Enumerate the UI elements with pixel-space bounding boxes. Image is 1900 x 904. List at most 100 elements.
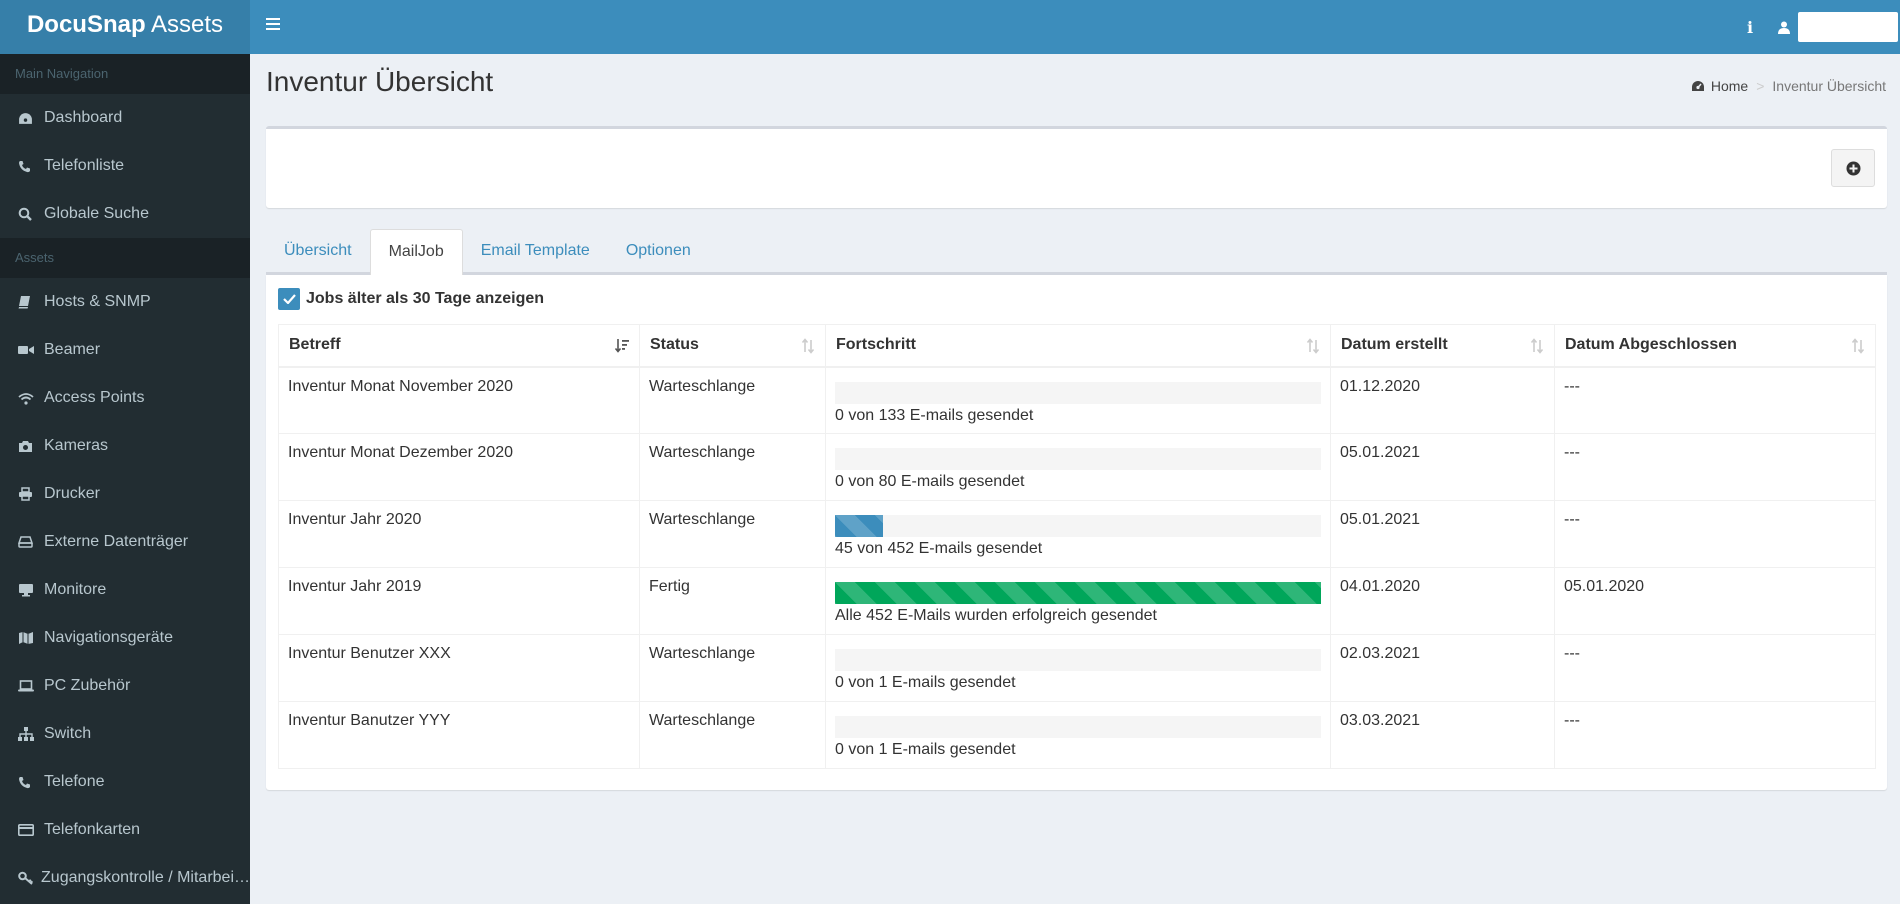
add-button[interactable] [1831, 149, 1875, 187]
table-row: Inventur Monat November 2020 Warteschlang… [278, 366, 1876, 434]
sidebar-item-monitore[interactable]: Monitore [0, 566, 250, 614]
sidebar-toggle-icon[interactable] [266, 18, 280, 30]
sitemap-icon [18, 727, 44, 741]
table-row: Inventur Jahr 2019 Fertig Alle 452 E-Mails… [278, 567, 1876, 635]
cell-betreff: Inventur Monat November 2020 [278, 366, 640, 434]
column-header-label: Fortschritt [836, 336, 916, 354]
sidebar-item-access-points[interactable]: Access Points [0, 374, 250, 422]
sidebar-item-dashboard[interactable]: Dashboard [0, 94, 250, 142]
progress-text: 45 von 452 E-mails gesendet [835, 540, 1043, 557]
camera-icon [18, 440, 44, 453]
app-logo[interactable]: DocuSnap Assets [0, 0, 250, 54]
sort-icon[interactable] [1306, 338, 1320, 359]
column-header-betreff[interactable]: Betreff [278, 324, 640, 368]
cell-betreff: Inventur Monat Dezember 2020 [278, 433, 640, 501]
column-header-label: Betreff [289, 336, 341, 354]
sidebar-item-globale-suche[interactable]: Globale Suche [0, 190, 250, 238]
sidebar-item-pc-zubehör[interactable]: PC Zubehör [0, 662, 250, 710]
brand-bold: DocuSnap [26, 11, 146, 38]
tab-mailjob[interactable]: MailJob [369, 229, 463, 276]
older-jobs-filter[interactable]: Jobs älter als 30 Tage anzeigen [278, 288, 544, 310]
sidebar-item-zugangskontrolle-mitarbei[interactable]: Zugangskontrolle / Mitarbei… [0, 854, 250, 902]
cell-datum-erstellt: 01.12.2020 [1330, 366, 1555, 434]
column-header-fortschritt[interactable]: Fortschritt [825, 324, 1331, 368]
table-row: Inventur Benutzer XXX Warteschlange 0 von … [278, 634, 1876, 702]
wifi-icon [18, 392, 44, 405]
tab-übersicht[interactable]: Übersicht [266, 229, 370, 275]
column-header-label: Status [650, 336, 699, 354]
sidebar-item-label: Telefonliste [44, 157, 125, 174]
sort-desc-icon[interactable] [614, 338, 629, 359]
progress-bar [835, 716, 1321, 738]
tab-optionen[interactable]: Optionen [608, 229, 709, 275]
sidebar-item-externe-datenträger[interactable]: Externe Datenträger [0, 518, 250, 566]
sidebar-item-label: Telefonkarten [44, 821, 141, 838]
sidebar-item-label: Globale Suche [44, 205, 149, 222]
sidebar-item-telefone[interactable]: Telefone [0, 758, 250, 806]
progress-text: 0 von 1 E-mails gesendet [835, 741, 1016, 758]
column-header-datum-abgeschlossen[interactable]: Datum Abgeschlossen [1554, 324, 1876, 368]
sidebar-item-drucker[interactable]: Drucker [0, 470, 250, 518]
progress-bar [835, 448, 1321, 470]
sidebar-item-label: Telefone [44, 773, 105, 790]
progress-bar-fill [835, 515, 884, 537]
sort-icon[interactable] [801, 338, 815, 359]
breadcrumb-home[interactable]: Home [1691, 78, 1748, 94]
cell-datum-erstellt: 04.01.2020 [1330, 567, 1555, 635]
sidebar-item-navigationsgeräte[interactable]: Navigationsgeräte [0, 614, 250, 662]
cell-datum-abgeschlossen: 05.01.2020 [1554, 567, 1876, 635]
sidebar-item-hosts-snmp[interactable]: Hosts & SNMP [0, 278, 250, 326]
table-row: Inventur Banutzer YYY Warteschlange 0 von … [278, 701, 1876, 769]
progress-bar [835, 381, 1321, 404]
progress-bar [835, 515, 1321, 537]
video-camera-icon [18, 344, 44, 356]
sidebar-section-header: Main Navigation [0, 54, 250, 94]
top-navbar [250, 0, 1900, 54]
sidebar-item-beamer[interactable]: Beamer [0, 326, 250, 374]
sidebar-item-switch[interactable]: Switch [0, 710, 250, 758]
sort-icon[interactable] [1530, 338, 1544, 359]
user-icon[interactable] [1770, 21, 1798, 34]
sidebar-item-telefonliste[interactable]: Telefonliste [0, 142, 250, 190]
desktop-icon [18, 583, 44, 597]
tab-email-template[interactable]: Email Template [463, 229, 608, 275]
mailjob-table: Betreff Status Fortschritt Datum erstellt Da… [278, 324, 1876, 769]
checkbox-checked-icon[interactable] [278, 288, 300, 310]
sidebar-item-label: Monitore [44, 581, 107, 598]
sidebar-item-label: Zugangskontrolle / Mitarbei… [41, 869, 250, 886]
sidebar-section-header: Assets [0, 238, 250, 278]
sidebar-item-label: Kameras [44, 437, 109, 454]
search-icon [18, 207, 44, 221]
phone-icon [18, 160, 44, 173]
mailjob-panel: Jobs älter als 30 Tage anzeigen Betreff S… [266, 275, 1887, 790]
cell-fortschritt: Alle 452 E-Mails wurden erfolgreich gese… [825, 567, 1331, 635]
sidebar-item-kameras[interactable]: Kameras [0, 422, 250, 470]
user-name-box[interactable] [1798, 12, 1898, 42]
tab-bar: Übersicht MailJob Email Template Optionen [266, 229, 1887, 276]
sidebar-item-label: Beamer [44, 341, 101, 358]
column-header-status[interactable]: Status [639, 324, 826, 368]
sidebar-item-label: Access Points [44, 389, 145, 406]
column-header-label: Datum Abgeschlossen [1565, 336, 1737, 354]
progress-text: 0 von 133 E-mails gesendet [835, 406, 1034, 424]
breadcrumb-separator: > [1756, 78, 1765, 94]
cell-datum-abgeschlossen: --- [1554, 500, 1876, 568]
cell-datum-abgeschlossen: --- [1554, 366, 1876, 434]
cell-datum-abgeschlossen: --- [1554, 634, 1876, 702]
sidebar-item-telefonkarten[interactable]: Telefonkarten [0, 806, 250, 854]
progress-text: Alle 452 E-Mails wurden erfolgreich gese… [835, 607, 1157, 624]
cell-datum-erstellt: 02.03.2021 [1330, 634, 1555, 702]
sidebar: Main Navigation Dashboard Telefonliste Glob… [0, 54, 250, 904]
cell-fortschritt: 0 von 1 E-mails gesendet [825, 634, 1331, 702]
sort-icon[interactable] [1851, 338, 1865, 359]
column-header-datum-erstellt[interactable]: Datum erstellt [1330, 324, 1555, 368]
cell-betreff: Inventur Jahr 2020 [278, 500, 640, 568]
cell-fortschritt: 0 von 133 E-mails gesendet [825, 366, 1331, 434]
info-icon[interactable]: i [1730, 18, 1770, 37]
sidebar-item-label: Drucker [44, 485, 101, 502]
breadcrumb-home-label: Home [1710, 78, 1749, 94]
sidebar-item-label: PC Zubehör [44, 677, 131, 694]
map-icon [18, 631, 44, 645]
dashboard-icon [1691, 80, 1705, 92]
key-icon [18, 871, 41, 885]
